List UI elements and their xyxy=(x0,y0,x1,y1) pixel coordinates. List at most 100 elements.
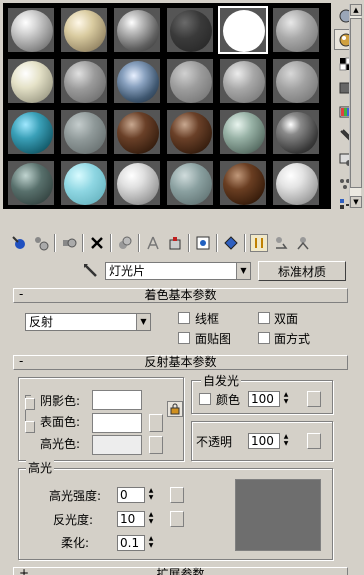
sample-slot[interactable] xyxy=(6,108,56,156)
spinner-arrows-icon[interactable]: ▲ ▼ xyxy=(146,535,156,551)
material-map-navigator-icon[interactable] xyxy=(294,234,312,252)
glossiness-spinner[interactable]: 10 ▲ ▼ xyxy=(117,511,153,527)
material-sphere-preview xyxy=(223,112,265,154)
diffuse-map-button[interactable] xyxy=(149,414,163,432)
scroll-thumb[interactable] xyxy=(350,18,362,188)
pick-material-from-object-icon[interactable] xyxy=(82,262,100,280)
sample-slot[interactable] xyxy=(165,159,215,207)
sample-slot[interactable] xyxy=(271,6,321,54)
material-sphere-preview xyxy=(223,163,265,205)
diffuse-color-swatch[interactable] xyxy=(92,413,142,433)
make-unique-icon[interactable] xyxy=(116,234,134,252)
sample-slot[interactable] xyxy=(218,108,268,156)
sample-slot[interactable] xyxy=(112,159,162,207)
reset-map-icon[interactable] xyxy=(88,234,106,252)
two-sided-checkbox[interactable] xyxy=(258,312,270,324)
extended-rollout-title: 扩展参数 xyxy=(156,567,205,575)
faceted-label: 面方式 xyxy=(274,332,311,346)
material-name-field[interactable]: 灯光片 ▼ xyxy=(105,262,251,280)
spinner-arrows-icon[interactable]: ▲ ▼ xyxy=(146,511,156,527)
scroll-up-arrow-icon[interactable]: ▲ xyxy=(350,4,362,16)
material-sphere-preview xyxy=(64,61,106,103)
material-sphere-preview xyxy=(64,163,106,205)
assign-material-icon[interactable] xyxy=(60,234,78,252)
opacity-map-button[interactable] xyxy=(307,433,321,449)
sample-slot[interactable] xyxy=(6,6,56,54)
opacity-spinner[interactable]: 100 ▲ ▼ xyxy=(248,433,288,449)
spinner-arrows-icon[interactable]: ▲ ▼ xyxy=(281,433,291,449)
show-map-in-viewport-icon[interactable] xyxy=(194,234,212,252)
sample-slot[interactable] xyxy=(112,57,162,105)
sample-slot[interactable] xyxy=(271,57,321,105)
sample-slot[interactable] xyxy=(112,108,162,156)
self-illum-spinner[interactable]: 100 ▲ ▼ xyxy=(248,391,288,407)
slots-scrollbar[interactable]: ▲ ▼ xyxy=(349,4,362,208)
diffuse-label: 表面色: xyxy=(40,415,81,429)
sample-slot[interactable] xyxy=(218,57,268,105)
material-sphere-preview xyxy=(11,163,53,205)
put-to-library-icon[interactable] xyxy=(144,234,162,252)
self-illum-map-button[interactable] xyxy=(307,391,321,407)
material-sphere-preview xyxy=(223,10,265,52)
material-sphere-preview xyxy=(117,10,159,52)
sample-slot[interactable] xyxy=(6,57,56,105)
material-sphere-preview xyxy=(11,61,53,103)
shader-rollout-title: 着色基本参数 xyxy=(144,288,217,302)
ambient-diffuse-lock-button[interactable] xyxy=(25,398,35,410)
spec-level-value: 0 xyxy=(120,488,128,502)
faceted-checkbox[interactable] xyxy=(258,332,270,344)
spinner-arrows-icon[interactable]: ▲ ▼ xyxy=(281,391,291,407)
material-toolbar xyxy=(8,232,353,254)
spec-level-map-button[interactable] xyxy=(170,487,184,503)
lock-icon[interactable] xyxy=(167,401,183,417)
sample-slot[interactable] xyxy=(112,6,162,54)
sample-slot[interactable] xyxy=(59,159,109,207)
face-map-checkbox[interactable] xyxy=(178,332,190,344)
extended-rollout-header[interactable]: + 扩展参数 xyxy=(13,567,348,575)
basic-rollout-header[interactable]: - 反射基本参数 xyxy=(13,355,348,370)
basic-rollout-title: 反射基本参数 xyxy=(144,355,217,369)
sample-slot[interactable] xyxy=(165,108,215,156)
ambient-label: 阴影色: xyxy=(40,394,81,408)
material-effects-channel-icon[interactable] xyxy=(166,234,184,252)
go-forward-to-sibling-icon[interactable] xyxy=(272,234,290,252)
soften-spinner[interactable]: 0.1 ▲ ▼ xyxy=(117,535,153,551)
material-sphere-preview xyxy=(276,112,318,154)
spinner-arrows-icon[interactable]: ▲ ▼ xyxy=(146,487,156,503)
put-material-icon[interactable] xyxy=(32,234,50,252)
material-sphere-preview xyxy=(170,10,212,52)
material-name-dropdown-icon[interactable]: ▼ xyxy=(236,263,250,279)
wire-checkbox[interactable] xyxy=(178,312,190,324)
soften-label: 柔化: xyxy=(61,536,90,550)
self-illum-color-label: 颜色 xyxy=(216,393,241,407)
sample-slot[interactable] xyxy=(6,159,56,207)
shader-type-select[interactable]: 反射 ▼ xyxy=(25,313,151,331)
sample-slot[interactable] xyxy=(165,6,215,54)
material-sphere-preview xyxy=(11,112,53,154)
sample-slot[interactable] xyxy=(218,6,268,54)
diffuse-specular-lock-button[interactable] xyxy=(25,421,35,433)
scroll-down-arrow-icon[interactable]: ▼ xyxy=(350,196,362,208)
glossiness-map-button[interactable] xyxy=(170,511,184,527)
spec-level-spinner[interactable]: 0 ▲ ▼ xyxy=(117,487,153,503)
self-illum-color-checkbox[interactable] xyxy=(199,393,211,405)
material-type-button[interactable]: 标准材质 xyxy=(258,261,346,281)
specular-map-button[interactable] xyxy=(149,436,163,454)
shader-basic-parameters-rollout: - 着色基本参数 反射 ▼ 线框 双面 面贴图 面方式 xyxy=(13,288,348,348)
specular-color-swatch[interactable] xyxy=(92,435,142,455)
material-sphere-preview xyxy=(117,61,159,103)
sample-slot[interactable] xyxy=(59,6,109,54)
sample-slot[interactable] xyxy=(59,57,109,105)
sample-slot[interactable] xyxy=(165,57,215,105)
show-end-result-icon[interactable] xyxy=(222,234,240,252)
shader-dropdown-icon[interactable]: ▼ xyxy=(136,314,150,330)
shader-rollout-header[interactable]: - 着色基本参数 xyxy=(13,288,348,303)
sample-slot[interactable] xyxy=(271,108,321,156)
go-to-parent-icon[interactable] xyxy=(250,234,268,252)
get-material-icon[interactable] xyxy=(10,234,28,252)
ambient-color-swatch[interactable] xyxy=(92,390,142,410)
sample-slot[interactable] xyxy=(271,159,321,207)
material-sphere-preview xyxy=(276,10,318,52)
sample-slot[interactable] xyxy=(218,159,268,207)
sample-slot[interactable] xyxy=(59,108,109,156)
